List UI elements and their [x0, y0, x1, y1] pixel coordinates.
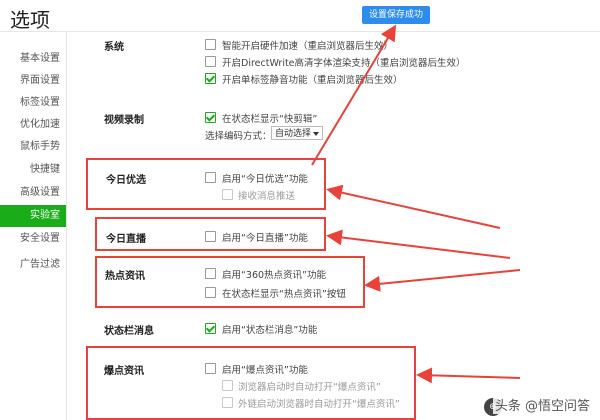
arrow-to-burst — [416, 367, 521, 384]
arrow-to-today-live — [326, 229, 511, 259]
watermark: 头条 @悟空问答 — [492, 395, 592, 414]
arrow-to-today-pick — [326, 184, 501, 229]
arrow-to-toast — [311, 24, 397, 166]
arrow-to-hot-news — [364, 269, 521, 292]
annotation-arrows — [311, 24, 521, 384]
